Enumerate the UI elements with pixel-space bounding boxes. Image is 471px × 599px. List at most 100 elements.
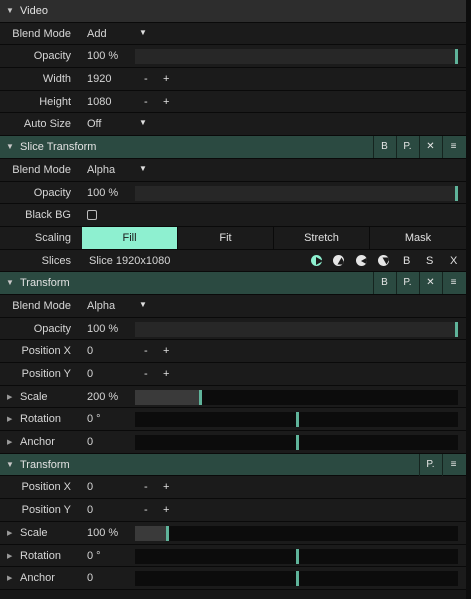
row-position-y: Position Y 0 - + bbox=[0, 499, 466, 522]
chevron-down-icon[interactable]: ▼ bbox=[139, 28, 147, 37]
increment-button[interactable]: + bbox=[163, 73, 169, 85]
black-bg-checkbox[interactable] bbox=[87, 210, 97, 221]
scaling-option-mask[interactable]: Mask bbox=[369, 226, 466, 249]
slider-handle[interactable] bbox=[198, 389, 202, 405]
position-y-input[interactable]: 0 bbox=[87, 504, 93, 516]
menu-icon[interactable]: ≡ bbox=[442, 453, 464, 476]
expand-icon[interactable]: ▶ bbox=[7, 552, 12, 560]
slider-handle[interactable] bbox=[166, 525, 170, 541]
decrement-button[interactable]: - bbox=[144, 96, 148, 108]
menu-icon[interactable]: ≡ bbox=[442, 272, 464, 295]
chevron-down-icon[interactable]: ▼ bbox=[139, 300, 147, 309]
scale-value[interactable]: 100 % bbox=[87, 527, 118, 539]
expand-icon[interactable]: ▶ bbox=[7, 415, 12, 423]
collapse-icon[interactable]: ▼ bbox=[6, 460, 14, 469]
position-x-input[interactable]: 0 bbox=[87, 481, 93, 493]
expand-icon[interactable]: ▶ bbox=[7, 574, 12, 582]
slider-handle[interactable] bbox=[295, 435, 299, 451]
rotation-slider[interactable] bbox=[135, 548, 458, 564]
bypass-button[interactable]: B bbox=[373, 136, 395, 159]
close-icon[interactable]: ✕ bbox=[419, 272, 441, 295]
scaling-option-fill[interactable]: Fill bbox=[82, 226, 177, 249]
param-label: Position X bbox=[21, 481, 71, 494]
chevron-down-icon[interactable]: ▼ bbox=[139, 164, 147, 173]
decrement-button[interactable]: - bbox=[144, 481, 148, 493]
slice-mode-icon-3[interactable] bbox=[356, 254, 367, 266]
position-x-input[interactable]: 0 bbox=[87, 345, 93, 357]
rotation-value[interactable]: 0 ° bbox=[87, 550, 101, 562]
decrement-button[interactable]: - bbox=[144, 368, 148, 380]
collapse-icon[interactable]: ▼ bbox=[6, 142, 14, 151]
increment-button[interactable]: + bbox=[163, 368, 169, 380]
scale-value[interactable]: 200 % bbox=[87, 391, 118, 403]
decrement-button[interactable]: - bbox=[144, 345, 148, 357]
section-title: Transform bbox=[20, 277, 70, 290]
slices-x-button[interactable]: X bbox=[450, 255, 457, 267]
scaling-option-stretch[interactable]: Stretch bbox=[273, 226, 369, 249]
expand-icon[interactable]: ▶ bbox=[7, 393, 12, 401]
section-header-transform[interactable]: ▼ Transform B P. ✕ ≡ bbox=[0, 272, 466, 295]
scale-slider[interactable] bbox=[135, 525, 458, 541]
bypass-button[interactable]: B bbox=[373, 272, 395, 295]
position-y-input[interactable]: 0 bbox=[87, 368, 93, 380]
slider-handle[interactable] bbox=[295, 412, 299, 428]
blend-mode-dropdown[interactable]: Alpha bbox=[87, 300, 115, 312]
blend-mode-dropdown[interactable]: Add bbox=[87, 28, 107, 40]
param-label: Opacity bbox=[33, 50, 71, 63]
anchor-slider[interactable] bbox=[135, 435, 458, 451]
increment-button[interactable]: + bbox=[163, 481, 169, 493]
slider-fill bbox=[135, 525, 168, 541]
slice-mode-icon-2[interactable] bbox=[333, 254, 344, 266]
expand-icon[interactable]: ▶ bbox=[7, 438, 12, 446]
slider-handle[interactable] bbox=[455, 49, 458, 65]
presets-button[interactable]: P. bbox=[396, 136, 418, 159]
slider-handle[interactable] bbox=[455, 185, 458, 201]
collapse-icon[interactable]: ▼ bbox=[6, 278, 14, 287]
slice-mode-icon-1[interactable] bbox=[311, 254, 322, 266]
slices-value[interactable]: Slice 1920x1080 bbox=[89, 255, 170, 267]
slice-mode-icon-4[interactable] bbox=[378, 254, 389, 266]
param-label: Anchor bbox=[20, 572, 55, 585]
increment-button[interactable]: + bbox=[163, 504, 169, 516]
section-title: Slice Transform bbox=[20, 141, 97, 154]
section-header-transform-2[interactable]: ▼ Transform P. ≡ bbox=[0, 453, 466, 477]
increment-button[interactable]: + bbox=[163, 96, 169, 108]
collapse-icon[interactable]: ▼ bbox=[6, 6, 14, 15]
auto-size-dropdown[interactable]: Off bbox=[87, 118, 101, 130]
expand-icon[interactable]: ▶ bbox=[7, 529, 12, 537]
slices-b-button[interactable]: B bbox=[403, 255, 410, 267]
row-anchor: ▶ Anchor 0 bbox=[0, 567, 466, 590]
section-header-video[interactable]: ▼ Video bbox=[0, 0, 466, 23]
param-label: Position X bbox=[21, 345, 71, 358]
height-input[interactable]: 1080 bbox=[87, 96, 111, 108]
close-icon[interactable]: ✕ bbox=[419, 136, 441, 159]
opacity-value[interactable]: 100 % bbox=[87, 187, 118, 199]
anchor-value[interactable]: 0 bbox=[87, 572, 93, 584]
rotation-value[interactable]: 0 ° bbox=[87, 413, 101, 425]
slider-handle[interactable] bbox=[295, 548, 299, 564]
presets-button[interactable]: P. bbox=[419, 453, 441, 476]
opacity-value[interactable]: 100 % bbox=[87, 50, 118, 62]
anchor-slider[interactable] bbox=[135, 571, 458, 587]
width-input[interactable]: 1920 bbox=[87, 73, 111, 85]
section-header-slice-transform[interactable]: ▼ Slice Transform B P. ✕ ≡ bbox=[0, 136, 466, 159]
opacity-slider[interactable] bbox=[135, 49, 458, 65]
rotation-slider[interactable] bbox=[135, 412, 458, 428]
scaling-option-fit[interactable]: Fit bbox=[177, 226, 273, 249]
opacity-slider[interactable] bbox=[135, 185, 458, 201]
decrement-button[interactable]: - bbox=[144, 504, 148, 516]
scale-slider[interactable] bbox=[135, 389, 458, 405]
opacity-value[interactable]: 100 % bbox=[87, 323, 118, 335]
anchor-value[interactable]: 0 bbox=[87, 436, 93, 448]
slider-handle[interactable] bbox=[455, 321, 458, 337]
slider-handle[interactable] bbox=[295, 571, 299, 587]
slices-s-button[interactable]: S bbox=[426, 255, 433, 267]
decrement-button[interactable]: - bbox=[144, 73, 148, 85]
increment-button[interactable]: + bbox=[163, 345, 169, 357]
presets-button[interactable]: P. bbox=[396, 272, 418, 295]
blend-mode-dropdown[interactable]: Alpha bbox=[87, 164, 115, 176]
menu-icon[interactable]: ≡ bbox=[442, 136, 464, 159]
scrollbar[interactable] bbox=[466, 0, 471, 599]
opacity-slider[interactable] bbox=[135, 321, 458, 337]
chevron-down-icon[interactable]: ▼ bbox=[139, 118, 147, 127]
